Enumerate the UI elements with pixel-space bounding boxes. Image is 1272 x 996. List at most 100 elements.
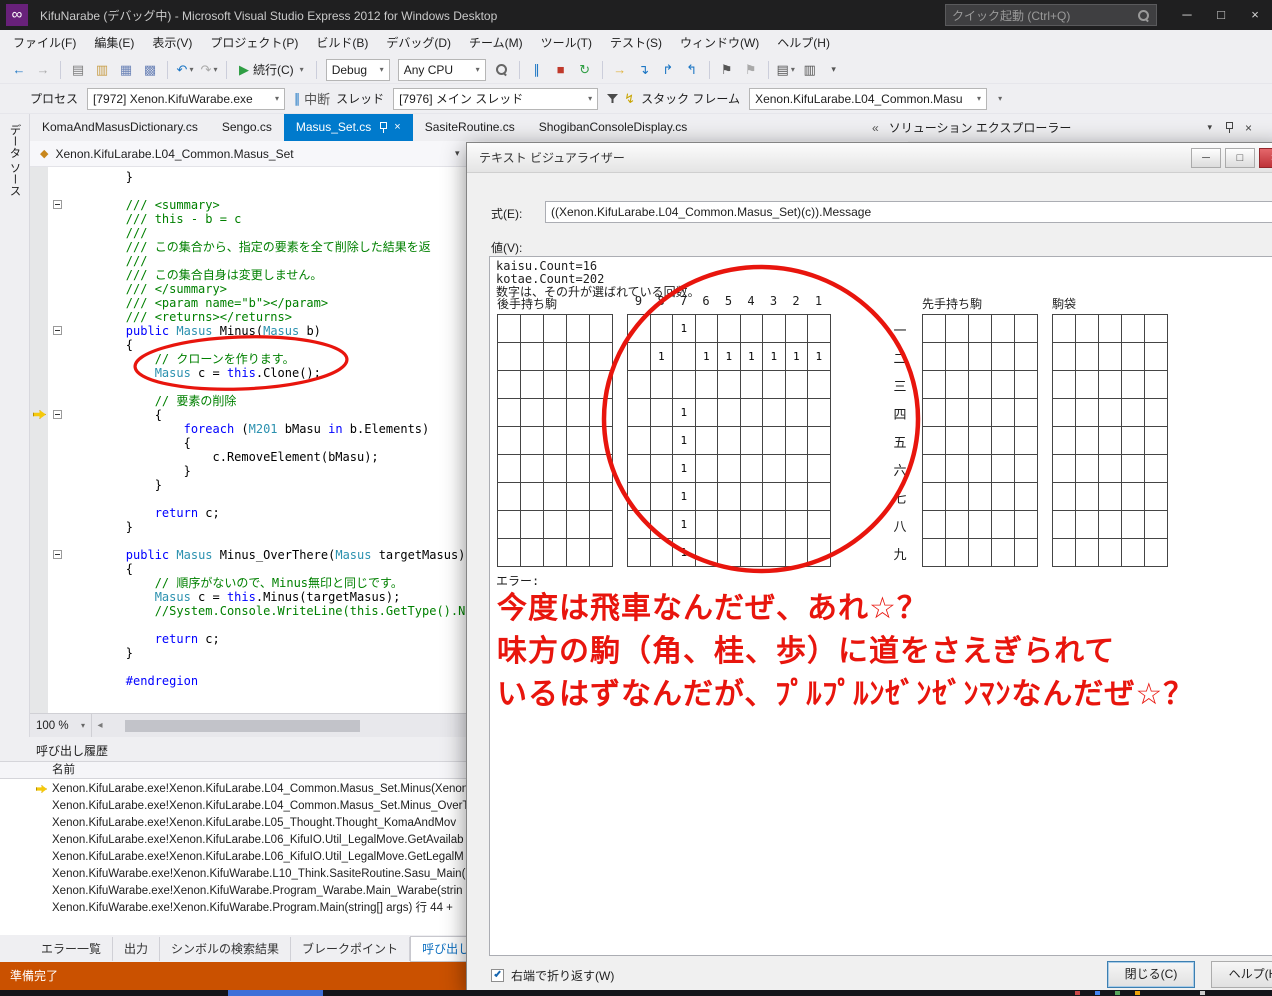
close-icon[interactable]: × <box>1245 121 1252 135</box>
menu-item[interactable]: ウィンドウ(W) <box>671 30 768 56</box>
navigate-forward-icon[interactable]: → <box>32 59 54 81</box>
show-next-statement-icon[interactable]: → <box>609 59 631 81</box>
taskbar-tray-icon[interactable] <box>1200 991 1205 995</box>
menu-item[interactable]: ファイル(F) <box>4 30 85 56</box>
save-all-icon[interactable]: ▩ <box>139 59 161 81</box>
tool-window-tab[interactable]: シンボルの検索結果 <box>160 936 292 961</box>
undo-icon[interactable]: ↶ ▾ <box>174 59 196 81</box>
help-button[interactable]: ヘルプ(H) <box>1211 961 1272 988</box>
immediate-window-icon[interactable]: ▥ <box>799 59 821 81</box>
breakpoint-gutter[interactable] <box>30 167 48 713</box>
process-combo[interactable]: [7972] Xenon.KifuWarabe.exe ▾ <box>87 87 286 110</box>
solution-configurations-combo[interactable]: Debug ▾ <box>325 58 390 81</box>
grid-cell <box>946 483 969 511</box>
taskbar-tray-icon[interactable] <box>1135 991 1140 995</box>
menu-item[interactable]: ツール(T) <box>532 30 601 56</box>
bookmark-icon[interactable]: ⚑ <box>716 59 738 81</box>
new-file-icon[interactable]: ▤ <box>67 59 89 81</box>
tab-data-sources[interactable]: データ ソース <box>7 124 23 196</box>
menu-item[interactable]: テスト(S) <box>601 30 671 56</box>
step-into-icon[interactable]: ↴ <box>633 59 655 81</box>
thread-combo[interactable]: [7976] メイン スレッド ▾ <box>393 87 599 110</box>
taskbar-tray-icon[interactable] <box>1075 991 1080 995</box>
redo-icon[interactable]: ↷ ▾ <box>198 59 220 81</box>
window-menu-icon[interactable]: ▾ <box>1207 122 1212 133</box>
continue-button[interactable]: ▶ 続行(C) ▾ <box>233 59 310 81</box>
close-visualizer-button[interactable]: 閉じる(C) <box>1107 961 1195 988</box>
break-all-button[interactable]: ∥ 中断 <box>294 88 330 110</box>
pin-icon[interactable] <box>378 122 388 133</box>
restart-icon[interactable]: ↻ <box>574 59 596 81</box>
document-tab[interactable]: ShogibanConsoleDisplay.cs <box>527 114 700 141</box>
grid-cell <box>1145 343 1168 371</box>
stack-frame-combo[interactable]: Xenon.KifuLarabe.L04_Common.Masu ▾ <box>749 87 988 110</box>
menu-item[interactable]: 表示(V) <box>143 30 201 56</box>
value-text-area[interactable]: kaisu.Count=16 kotae.Count=202 数字は、その升が選ばれ… <box>489 256 1272 956</box>
dialog-maximize-button[interactable]: □ <box>1225 148 1255 168</box>
toolbar-overflow-icon[interactable]: ▾ <box>998 94 1002 103</box>
solution-platforms-combo[interactable]: Any CPU ▾ <box>397 58 486 81</box>
output-window-icon[interactable]: ▤ ▾ <box>775 59 797 81</box>
menu-item[interactable]: 編集(E) <box>85 30 143 56</box>
menu-item[interactable]: ビルド(B) <box>307 30 377 56</box>
taskbar-tray-icon[interactable] <box>1095 991 1100 995</box>
text-visualizer-dialog[interactable]: テキスト ビジュアライザー ─ □ × 式(E): ((Xenon.KifuLa… <box>466 142 1272 992</box>
stop-debugging-icon[interactable]: ■ <box>550 59 572 81</box>
document-tab[interactable]: SasiteRoutine.cs <box>413 114 527 141</box>
zoom-selector[interactable]: 100 % ▾ <box>30 714 92 737</box>
grid-cell <box>946 539 969 567</box>
tool-window-tab[interactable]: 出力 <box>113 936 161 961</box>
taskbar-item[interactable] <box>228 990 323 996</box>
document-tab[interactable]: KomaAndMasusDictionary.cs <box>30 114 210 141</box>
close-button[interactable]: × <box>1238 0 1272 30</box>
expression-field[interactable]: ((Xenon.KifuLarabe.L04_Common.Masus_Set)… <box>545 201 1272 223</box>
navigate-back-icon[interactable]: ← <box>8 59 30 81</box>
filter-threads-icon[interactable] <box>607 93 619 104</box>
menu-item[interactable]: デバッグ(D) <box>377 30 460 56</box>
break-all-icon[interactable]: ∥ <box>526 59 548 81</box>
close-icon[interactable]: × <box>394 122 400 133</box>
collapse-chevrons-icon[interactable]: « <box>872 121 879 135</box>
quick-launch-input[interactable]: クイック起動 (Ctrl+Q) <box>945 4 1157 26</box>
open-file-icon[interactable]: ▥ <box>91 59 113 81</box>
maximize-button[interactable]: □ <box>1204 0 1238 30</box>
fold-collapse-icon[interactable] <box>53 410 62 419</box>
code-folding-margin[interactable] <box>48 167 68 713</box>
pin-icon[interactable] <box>1224 122 1233 133</box>
grid-cell <box>567 483 590 511</box>
breadcrumb-dropdown-icon[interactable]: ▾ <box>455 148 460 159</box>
grid-cell <box>567 511 590 539</box>
fold-collapse-icon[interactable] <box>53 550 62 559</box>
grid-cell <box>650 539 673 567</box>
tool-window-tab[interactable]: ブレークポイント <box>291 936 411 961</box>
menu-item[interactable]: ヘルプ(H) <box>768 30 839 56</box>
scroll-left-icon[interactable]: ◂ <box>92 720 108 731</box>
wrap-checkbox[interactable]: 右端で折り返す(W) <box>491 967 614 984</box>
taskbar-tray-icon[interactable] <box>1115 991 1120 995</box>
document-tab[interactable]: Masus_Set.cs × <box>283 114 413 141</box>
solution-explorer-header[interactable]: « ソリューション エクスプローラー ▾ × <box>872 114 1272 141</box>
dialog-close-button[interactable]: × <box>1259 148 1272 168</box>
quick-launch-placeholder: クイック起動 (Ctrl+Q) <box>952 8 1071 23</box>
minimize-button[interactable]: ─ <box>1170 0 1204 30</box>
document-tabs: KomaAndMasusDictionary.cs Sengo.cs Masus_S… <box>30 114 699 141</box>
title-bar[interactable]: ∞ KifuNarabe (デバッグ中) - Microsoft Visual … <box>0 0 1272 30</box>
menu-item[interactable]: プロジェクト(P) <box>201 30 307 56</box>
tool-window-tab[interactable]: エラー一覧 <box>30 936 114 961</box>
fold-collapse-icon[interactable] <box>53 326 62 335</box>
horizontal-scrollbar-thumb[interactable] <box>125 720 360 732</box>
step-over-icon[interactable]: ↱ <box>657 59 679 81</box>
fold-collapse-icon[interactable] <box>53 200 62 209</box>
bookmark-next-icon[interactable]: ⚑ <box>740 59 762 81</box>
dialog-title-bar[interactable]: テキスト ビジュアライザー <box>467 143 1272 173</box>
menu-item[interactable]: チーム(M) <box>460 30 532 56</box>
step-out-icon[interactable]: ↰ <box>681 59 703 81</box>
toolbar-options-icon[interactable]: ▾ <box>823 59 845 81</box>
document-tab[interactable]: Sengo.cs <box>210 114 284 141</box>
breadcrumb[interactable]: Xenon.KifuLarabe.L04_Common.Masus_Set <box>55 147 293 161</box>
dialog-minimize-button[interactable]: ─ <box>1191 148 1221 168</box>
find-icon[interactable] <box>491 59 513 81</box>
undo-icon: ↶ <box>176 62 188 77</box>
grid-cell <box>1145 483 1168 511</box>
save-icon[interactable]: ▦ <box>115 59 137 81</box>
